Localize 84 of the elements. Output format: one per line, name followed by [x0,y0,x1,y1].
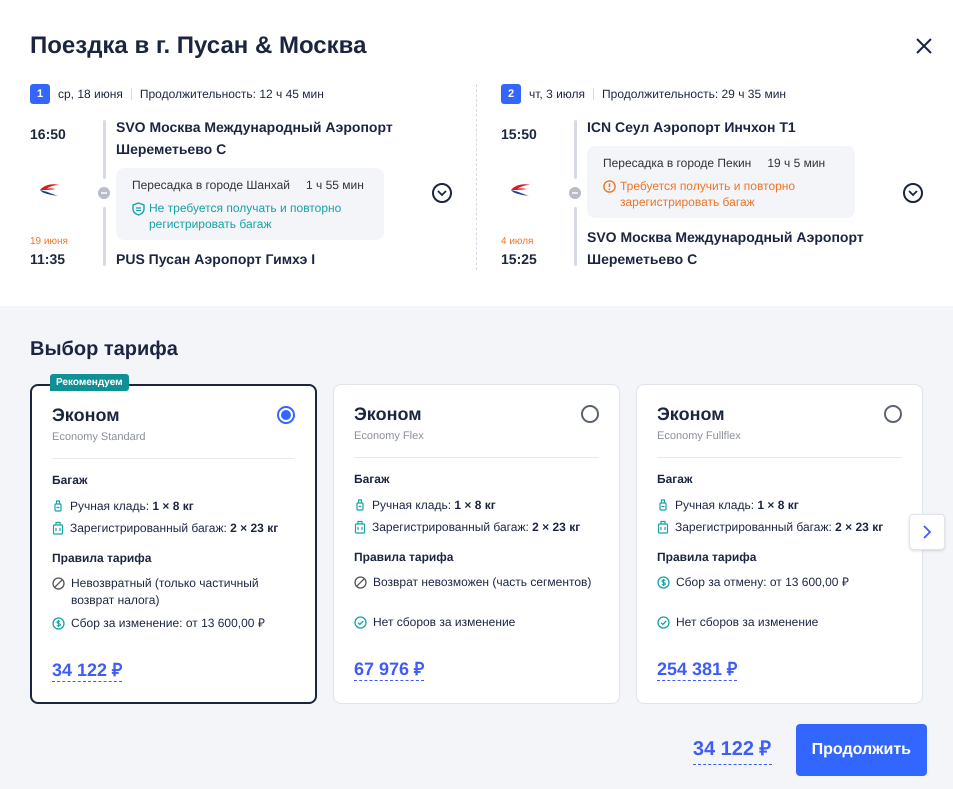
recommended-badge: Рекомендуем [50,374,129,391]
baggage-allowance: Ручная кладь: 1 × 8 кг [70,498,194,514]
hand-luggage-icon [52,498,64,512]
ban-icon [354,576,367,588]
next-button[interactable] [909,514,945,550]
tariff-subtitle: Economy Flex [354,429,424,444]
stop-icon [98,187,110,199]
transfer-time: 19 ч 5 мин [767,155,826,172]
warning-icon [603,180,616,193]
tariff-subtitle: Economy Fullflex [657,429,741,444]
transfer-time: 1 ч 55 мин [306,177,364,194]
suitcase-icon [657,520,669,534]
tariff-price[interactable]: 67 976 ₽ [354,658,424,680]
suitcase-icon [52,520,64,534]
departure-airport: SVO Москва Международный Аэропорт Шереметьево C [116,118,394,159]
arrival-airport: SVO Москва Международный Аэропорт Шереметьево C [587,228,865,269]
dialog-title: Поездка в г. Пусан & Москва [30,31,366,61]
rules-heading: Правила тарифа [657,548,758,566]
tariff-card[interactable]: Эконом Economy Flex Багаж Ручная кладь: 1 × 8 кг Зарегистрированный багаж: 2 × 23 кг Правила тарифа Возврат невозможен (часть сегментов) Нет сборов за изменение 67 976 ₽ [333,384,620,704]
tariff-radio[interactable] [884,405,902,423]
departure-airport: ICN Сеул Аэропорт Инчхон T1 [587,118,797,137]
departure-time: 16:50 [30,125,67,144]
arrival-date: 4 июля [501,235,534,249]
arrival-date: 19 июня [30,235,69,249]
chevron-right-icon [922,524,932,540]
fare-rule: Возврат невозможен (часть сегментов) [373,574,592,590]
dollar-coin-icon [52,616,65,630]
tariff-radio[interactable] [581,405,599,423]
rules-heading: Правила тарифа [354,548,454,566]
fare-rule: Сбор за отмену: от 13 600,00 ₽ [676,574,849,590]
close-icon[interactable] [915,37,933,55]
segment-number: 2 [501,84,521,104]
tariff-name: Эконом [657,403,726,426]
baggage-heading: Багаж [657,470,694,488]
ban-icon [52,576,65,590]
total-price[interactable]: 34 122 ₽ [692,734,772,765]
tariff-name: Эконом [52,404,121,427]
fare-rule: Сбор за изменение: от 13 600,00 ₽ [71,614,265,632]
arrival-airport: PUS Пусан Аэропорт Гимхэ I [116,250,316,269]
continue-button[interactable]: Продолжить [796,724,927,776]
baggage-heading: Багаж [52,472,88,488]
baggage-allowance: Зарегистрированный багаж: 2 × 23 кг [675,518,884,536]
tariff-price[interactable]: 254 381 ₽ [657,658,738,680]
section-title: Выбор тарифа [30,337,179,362]
expand-button[interactable] [432,183,452,203]
segment-date: ср, 18 июня [58,86,123,103]
baggage-allowance: Зарегистрированный багаж: 2 × 23 кг [70,520,278,536]
baggage-allowance: Зарегистрированный багаж: 2 × 23 кг [372,518,580,536]
segment-number: 1 [30,84,50,104]
check-circle-icon [657,616,670,628]
arrival-time: 15:25 [501,250,538,269]
tariff-price[interactable]: 34 122 ₽ [52,658,122,682]
expand-button[interactable] [903,183,923,203]
airline-logo-icon [38,182,60,198]
segment-duration: Продолжительность: 12 ч 45 мин [140,86,324,103]
rules-heading: Правила тарифа [52,550,152,566]
transfer-city: Пересадка в городе Пекин [603,155,752,172]
fare-rule: Невозвратный (только частичный возврат налога) [71,574,260,608]
segment-date: чт, 3 июля [529,86,586,103]
airline-logo-icon [509,182,531,198]
check-circle-icon [354,616,367,628]
chevron-down-icon [437,190,447,196]
fare-rule: Нет сборов за изменение [676,614,818,630]
tariff-card[interactable]: Эконом Economy Fullflex Багаж Ручная кладь: 1 × 8 кг Зарегистрированный багаж: 2 × 23 кг Правила тарифа Сбор за отмену: от 13 600,00 ₽ Нет сборов за изменение 254 381 ₽ [636,384,923,704]
arrival-time: 11:35 [30,250,66,269]
shield-icon [132,202,145,216]
fare-rule: Нет сборов за изменение [373,614,516,630]
tariff-subtitle: Economy Standard [52,430,146,445]
hand-luggage-icon [354,498,366,512]
baggage-heading: Багаж [354,470,390,488]
suitcase-icon [354,520,366,534]
hand-luggage-icon [657,498,669,512]
chevron-down-icon [908,190,918,196]
baggage-note: Не требуется получать и повторно регистрировать багаж [149,200,342,232]
departure-time: 15:50 [501,125,538,144]
dollar-coin-icon [657,576,670,588]
baggage-allowance: Ручная кладь: 1 × 8 кг [372,496,496,514]
stop-icon [569,187,581,199]
segment-duration: Продолжительность: 29 ч 35 мин [602,86,786,103]
transfer-city: Пересадка в городе Шанхай [132,177,290,194]
baggage-note: Требуется получить и повторно зарегистрировать багаж [620,178,796,210]
baggage-allowance: Ручная кладь: 1 × 8 кг [675,496,799,514]
tariff-radio[interactable] [277,406,295,424]
tariff-name: Эконом [354,403,423,426]
